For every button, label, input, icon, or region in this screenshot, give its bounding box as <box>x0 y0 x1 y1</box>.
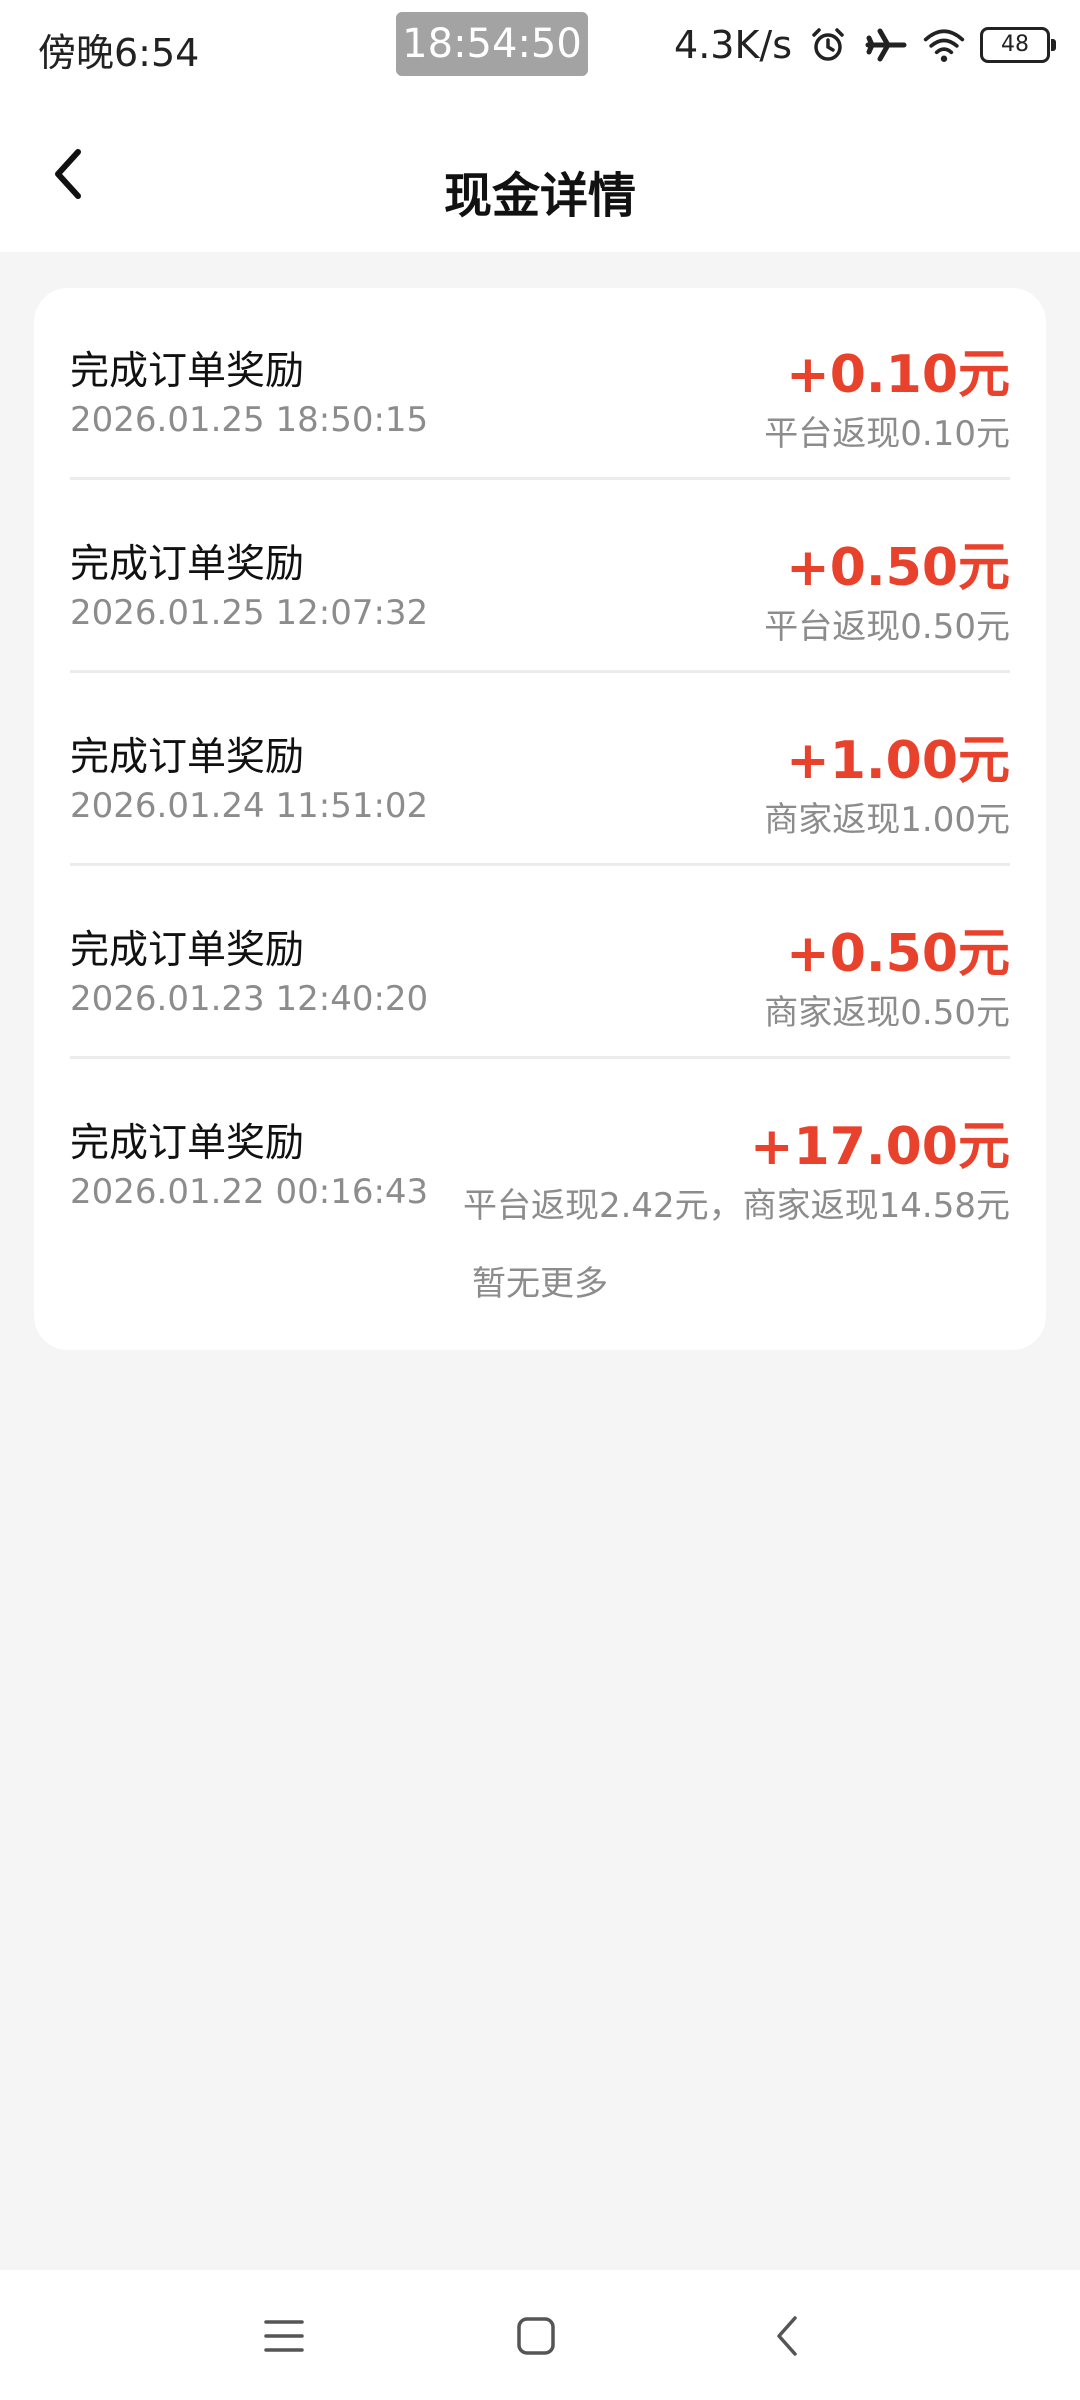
menu-icon <box>264 2320 304 2352</box>
divider <box>70 477 1010 480</box>
status-indicators: 4.3K/s 48 <box>674 20 1056 70</box>
wifi-icon <box>922 23 966 67</box>
record-desc: 平台返现0.50元 <box>764 607 1010 647</box>
record-row[interactable]: 完成订单奖励 2026.01.22 00:16:43 +17.00元 平台返现2… <box>70 1060 1010 1252</box>
battery-icon: 48 <box>980 27 1056 63</box>
record-amount: +0.50元 <box>786 538 1010 598</box>
record-time: 2026.01.25 12:07:32 <box>70 593 429 633</box>
record-amount: +17.00元 <box>749 1117 1010 1177</box>
system-nav-bar <box>0 2270 1080 2400</box>
cash-records-card: 完成订单奖励 2026.01.25 18:50:15 +0.10元 平台返现0.… <box>34 288 1046 1350</box>
alarm-icon <box>806 23 850 67</box>
record-desc: 商家返现0.50元 <box>764 993 1010 1033</box>
nav-header: 现金详情 <box>0 86 1080 252</box>
record-title: 完成订单奖励 <box>70 735 305 780</box>
record-title: 完成订单奖励 <box>70 928 305 973</box>
status-clock-badge: 18:54:50 <box>396 12 588 76</box>
record-row[interactable]: 完成订单奖励 2026.01.25 18:50:15 +0.10元 平台返现0.… <box>70 288 1010 480</box>
status-time: 傍晚6:54 <box>38 31 200 75</box>
record-row[interactable]: 完成订单奖励 2026.01.25 12:07:32 +0.50元 平台返现0.… <box>70 481 1010 673</box>
home-button[interactable] <box>496 2296 576 2376</box>
record-time: 2026.01.23 12:40:20 <box>70 979 429 1019</box>
record-time: 2026.01.25 18:50:15 <box>70 400 429 440</box>
record-time: 2026.01.24 11:51:02 <box>70 786 429 826</box>
record-row[interactable]: 完成订单奖励 2026.01.24 11:51:02 +1.00元 商家返现1.… <box>70 674 1010 866</box>
back-icon <box>777 2316 797 2356</box>
record-amount: +1.00元 <box>786 731 1010 791</box>
record-title: 完成订单奖励 <box>70 1121 305 1166</box>
divider <box>70 1056 1010 1059</box>
airplane-icon <box>864 23 908 67</box>
network-speed: 4.3K/s <box>674 23 792 67</box>
record-title: 完成订单奖励 <box>70 542 305 587</box>
divider <box>70 863 1010 866</box>
system-back-button[interactable] <box>748 2296 828 2376</box>
record-amount: +0.10元 <box>786 345 1010 405</box>
no-more-text: 暂无更多 <box>472 1264 608 1304</box>
home-icon <box>517 2317 555 2355</box>
status-bar: 傍晚6:54 18:54:50 4.3K/s 48 <box>0 0 1080 86</box>
menu-button[interactable] <box>244 2296 324 2376</box>
record-amount: +0.50元 <box>786 924 1010 984</box>
record-desc: 平台返现2.42元，商家返现14.58元 <box>462 1186 1010 1226</box>
record-desc: 平台返现0.10元 <box>764 414 1010 454</box>
record-time: 2026.01.22 00:16:43 <box>70 1172 429 1212</box>
page-title: 现金详情 <box>443 168 636 224</box>
divider <box>70 670 1010 673</box>
record-title: 完成订单奖励 <box>70 349 305 394</box>
record-desc: 商家返现1.00元 <box>764 800 1010 840</box>
record-row[interactable]: 完成订单奖励 2026.01.23 12:40:20 +0.50元 商家返现0.… <box>70 867 1010 1059</box>
